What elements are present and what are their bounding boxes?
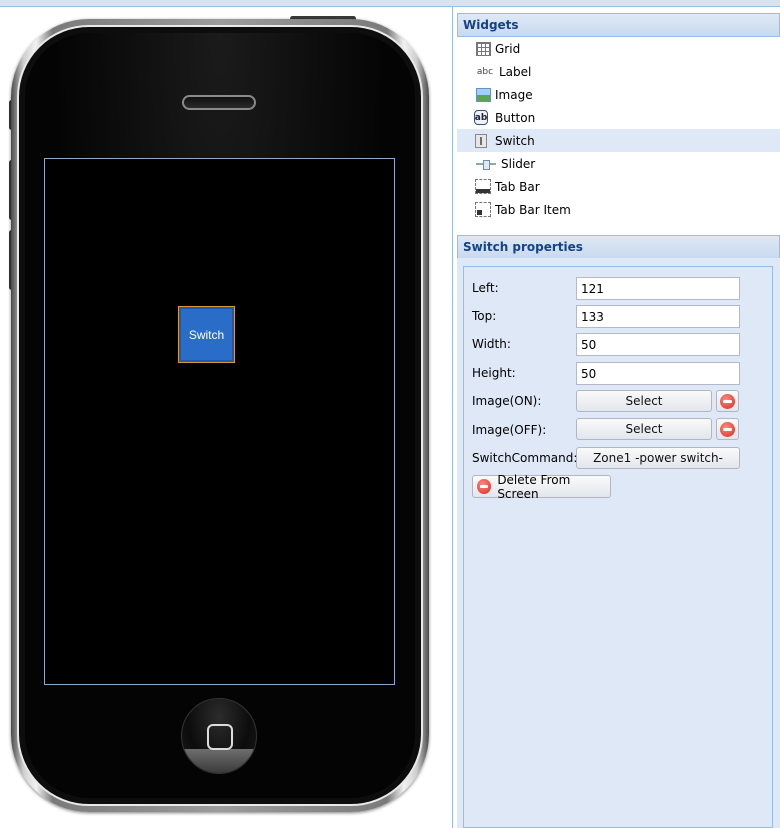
switch-widget[interactable]: Switch: [178, 306, 235, 363]
widgets-list: Grid abc Label Image ab Button ‖ Switch …: [457, 37, 780, 227]
home-button: [181, 698, 257, 774]
height-field[interactable]: [576, 362, 740, 385]
width-label: Width:: [472, 337, 511, 351]
remove-icon: [720, 421, 735, 437]
image-off-label: Image(OFF):: [472, 423, 547, 437]
top-toolbar: [0, 0, 780, 7]
switch-command-button[interactable]: Zone1 -power switch-: [576, 447, 740, 469]
image-on-remove-button[interactable]: [716, 390, 739, 412]
widget-item-label: Tab Bar Item: [495, 202, 571, 217]
left-field[interactable]: [576, 277, 740, 300]
tab-bar-icon: [475, 179, 491, 195]
properties-panel-header: Switch properties: [457, 235, 780, 259]
widget-item-label: Label: [499, 64, 532, 79]
widget-item-switch[interactable]: ‖ Switch: [457, 129, 780, 152]
widget-item-tab-bar-item[interactable]: Tab Bar Item: [457, 198, 780, 221]
widget-item-button[interactable]: ab Button: [457, 106, 780, 129]
grid-icon: [475, 41, 491, 57]
phone-speaker: [182, 95, 256, 110]
button-icon: ab: [473, 110, 491, 126]
widget-item-slider[interactable]: Slider: [457, 152, 780, 175]
widget-item-label: Grid: [495, 41, 521, 56]
widget-item-label[interactable]: abc Label: [457, 60, 780, 83]
widgets-panel-title: Widgets: [463, 18, 519, 32]
slider-icon: [475, 156, 497, 172]
remove-icon: [720, 393, 735, 409]
image-icon: [475, 87, 491, 103]
widget-item-label: Button: [495, 110, 536, 125]
top-label: Top:: [472, 309, 497, 323]
delete-icon: [477, 479, 492, 494]
widget-item-label: Slider: [501, 156, 536, 171]
top-field[interactable]: [576, 305, 740, 328]
widget-item-image[interactable]: Image: [457, 83, 780, 106]
switch-command-label: SwitchCommand:: [472, 451, 578, 465]
width-field[interactable]: [576, 333, 740, 356]
delete-from-screen-button[interactable]: Delete From Screen: [472, 472, 611, 501]
image-on-label: Image(ON):: [472, 394, 542, 408]
phone-screen[interactable]: [44, 158, 395, 685]
image-on-select-button[interactable]: Select: [576, 390, 712, 412]
properties-panel-title: Switch properties: [463, 240, 583, 254]
switch-icon: ‖: [475, 133, 491, 149]
left-label: Left:: [472, 281, 499, 295]
image-off-select-button[interactable]: Select: [576, 418, 712, 440]
home-square-icon: [207, 724, 233, 750]
widget-item-label: Tab Bar: [495, 179, 540, 194]
delete-button-label: Delete From Screen: [497, 472, 571, 501]
widget-item-tab-bar[interactable]: Tab Bar: [457, 175, 780, 198]
widgets-panel-header: Widgets: [457, 13, 780, 37]
switch-widget-label: Switch: [188, 327, 225, 342]
image-off-remove-button[interactable]: [716, 418, 739, 440]
widget-item-grid[interactable]: Grid: [457, 37, 780, 60]
tab-bar-item-icon: [475, 202, 491, 218]
widget-item-label: Image: [495, 87, 533, 102]
height-label: Height:: [472, 366, 516, 380]
label-icon: abc: [476, 66, 494, 77]
widget-item-label: Switch: [495, 133, 535, 148]
